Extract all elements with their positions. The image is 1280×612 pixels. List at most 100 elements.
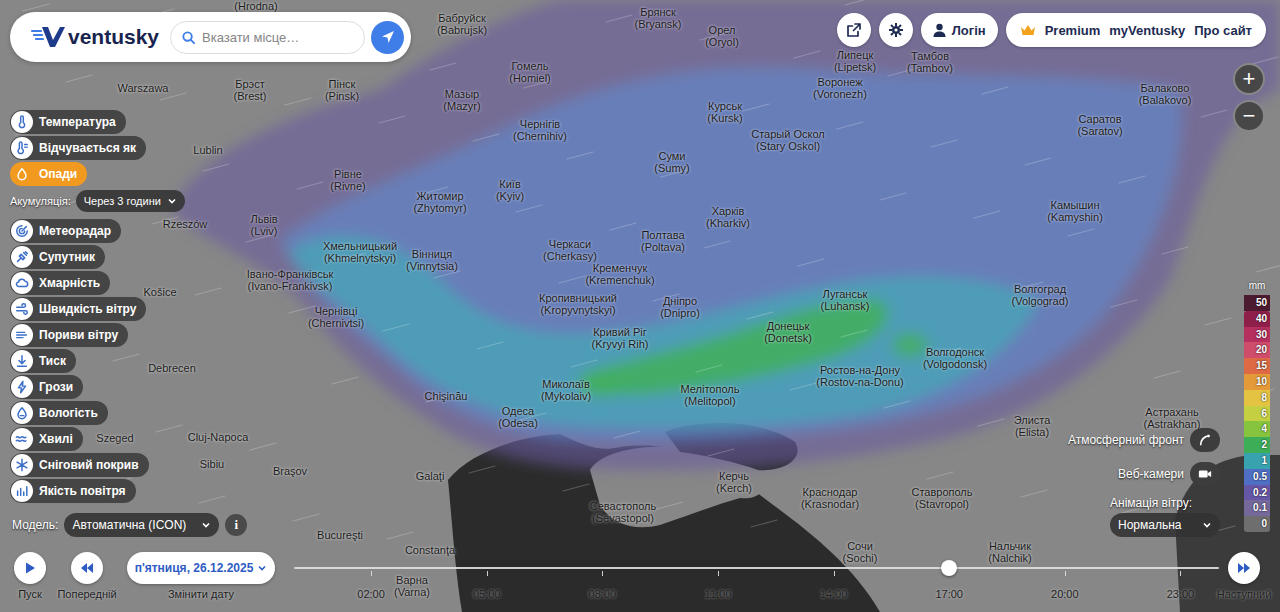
- chevron-down-icon: [1202, 520, 1212, 530]
- city-label: Астрахань(Astrakhan): [1144, 406, 1201, 430]
- login-button[interactable]: Логін: [921, 13, 998, 47]
- city-latin-name: (Lviv): [251, 225, 278, 237]
- accumulation-dropdown[interactable]: Через 3 години: [76, 190, 185, 212]
- city-label: Керчь(Kerch): [716, 470, 752, 494]
- city-name: Чернівці: [315, 305, 358, 317]
- site-link[interactable]: Premium: [1045, 23, 1101, 38]
- city-latin-name: (Balakovo): [1139, 94, 1192, 106]
- city-label: Львів(Lviv): [250, 213, 277, 237]
- city-latin-name: (Oryol): [705, 36, 739, 48]
- city-name: Кременчук: [593, 262, 647, 274]
- layer-item[interactable]: Пориви вітру: [10, 323, 128, 347]
- site-link[interactable]: Про сайт: [1194, 23, 1252, 38]
- next-button[interactable]: [1228, 552, 1260, 584]
- layer-item[interactable]: Грози: [10, 375, 83, 399]
- city-name: Донецьк: [767, 320, 810, 332]
- zoom-button[interactable]: +: [1233, 63, 1265, 95]
- city-name: Рівне: [334, 168, 362, 180]
- city-label: Івано-Франківськ(Ivano-Frankivsk): [247, 268, 333, 292]
- legend-step: 20: [1244, 342, 1270, 358]
- layer-item[interactable]: Метеорадар: [10, 219, 121, 243]
- city-name: Cluj-Napoca: [188, 431, 249, 443]
- model-dropdown[interactable]: Автоматична (ICON): [64, 513, 219, 537]
- webcams-option: Веб-камери: [1118, 462, 1220, 486]
- city-label: Бабруйск(Babrujsk): [437, 12, 487, 36]
- info-button[interactable]: i: [225, 514, 247, 536]
- city-name: Сочи: [847, 540, 873, 552]
- play-button[interactable]: [14, 552, 46, 584]
- city-name: Бабруйск: [438, 12, 486, 24]
- layer-item[interactable]: Температура: [10, 110, 126, 134]
- city-latin-name: (Mykolaiv): [541, 390, 591, 402]
- city-label: Хмельницький(Khmelnytskyi): [323, 240, 397, 264]
- city-name: Луганськ: [823, 288, 868, 300]
- city-latin-name: (Kursk): [707, 112, 742, 124]
- previous-button[interactable]: [71, 552, 103, 584]
- city-name: Кропивницький: [539, 292, 617, 304]
- date-picker[interactable]: п'ятниця, 26.12.2025: [127, 552, 276, 584]
- city-name: Galaţi: [416, 470, 445, 482]
- legend-step: 0.1: [1244, 500, 1270, 516]
- city-name: Волгодонск: [926, 346, 984, 358]
- layer-item[interactable]: Опади: [10, 162, 87, 186]
- search-input[interactable]: [202, 30, 354, 45]
- layer-item[interactable]: Сніговий покрив: [10, 453, 149, 477]
- city-name: Миколаїв: [542, 378, 590, 390]
- city-latin-name: (Chernihiv): [513, 130, 567, 142]
- legend-step: 8: [1244, 390, 1270, 406]
- slider-thumb[interactable]: [941, 560, 957, 576]
- ventusky-map-page: (Hrodna)Бабруйск(Babrujsk)Брянск(Bryansk…: [0, 0, 1280, 612]
- city-label: Вінниця(Vinnytsia): [406, 248, 458, 272]
- city-label: Курськ(Kursk): [707, 100, 742, 124]
- tick-mark: [1180, 571, 1181, 576]
- city-latin-name: (Varna): [394, 586, 430, 598]
- legend-step: 10: [1244, 374, 1270, 390]
- webcams-toggle[interactable]: [1190, 462, 1220, 486]
- search-field[interactable]: [170, 21, 365, 54]
- city-label: Донецьк(Donetsk): [764, 320, 812, 344]
- layer-item[interactable]: Тиск: [10, 349, 76, 373]
- locate-button[interactable]: [371, 21, 404, 54]
- share-button[interactable]: [837, 13, 871, 47]
- city-latin-name: (Sumy): [654, 162, 689, 174]
- city-label: Тамбов(Tambov): [907, 50, 953, 74]
- city-latin-name: (Vinnytsia): [406, 260, 458, 272]
- layer-item[interactable]: Хмарність: [10, 271, 110, 295]
- layer-item[interactable]: Швидкість вітру: [10, 297, 146, 321]
- city-label: Київ(Kyiv): [496, 178, 524, 202]
- city-label: Луганськ(Luhansk): [821, 288, 870, 312]
- city-latin-name: (Babrujsk): [437, 24, 487, 36]
- legend-step: 0.2: [1244, 485, 1270, 501]
- layer-item[interactable]: Відчувається як: [10, 136, 146, 160]
- city-latin-name: (Zhytomyr): [413, 202, 466, 214]
- city-name: (Hrodna): [234, 0, 277, 12]
- city-latin-name: (Luhansk): [821, 300, 870, 312]
- slider-track: [294, 567, 1219, 569]
- layer-item[interactable]: Якість повітря: [10, 479, 136, 503]
- city-label: Орел(Oryol): [705, 24, 739, 48]
- city-latin-name: (Saratov): [1077, 125, 1122, 137]
- tick-mark: [1065, 571, 1066, 576]
- city-latin-name: (Kryvyi Rih): [592, 338, 649, 350]
- site-link[interactable]: myVentusky: [1109, 23, 1185, 38]
- zoom-button[interactable]: −: [1233, 100, 1265, 132]
- layer-item[interactable]: Хвилі: [10, 427, 83, 451]
- settings-button[interactable]: [879, 13, 913, 47]
- wind-animation-dropdown[interactable]: Нормальна: [1110, 513, 1220, 537]
- layer-item[interactable]: Вологість: [10, 401, 108, 425]
- city-latin-name: (Donetsk): [764, 332, 812, 344]
- legend-step: 40: [1244, 311, 1270, 327]
- time-slider[interactable]: 02:0005:0008:0011:0014:0017:0020:0023:00: [294, 552, 1219, 601]
- site-links: Premium myVentusky Про сайт: [1006, 13, 1266, 47]
- wind-animation-option: Анімація вітру:Нормальна: [1110, 496, 1220, 537]
- layer-icon: [15, 141, 29, 155]
- logo[interactable]: ventusky: [30, 24, 164, 50]
- city-latin-name: (Rostov-na-Donu): [816, 376, 903, 388]
- city-latin-name: (Nalchik): [988, 552, 1031, 564]
- layer-item[interactable]: Супутник: [10, 245, 105, 269]
- city-name: Ставрополь: [911, 486, 972, 498]
- front-toggle[interactable]: [1190, 428, 1220, 452]
- legend-step: 50: [1244, 295, 1270, 311]
- city-latin-name: (Brest): [234, 90, 267, 102]
- layer-icon: [15, 224, 29, 238]
